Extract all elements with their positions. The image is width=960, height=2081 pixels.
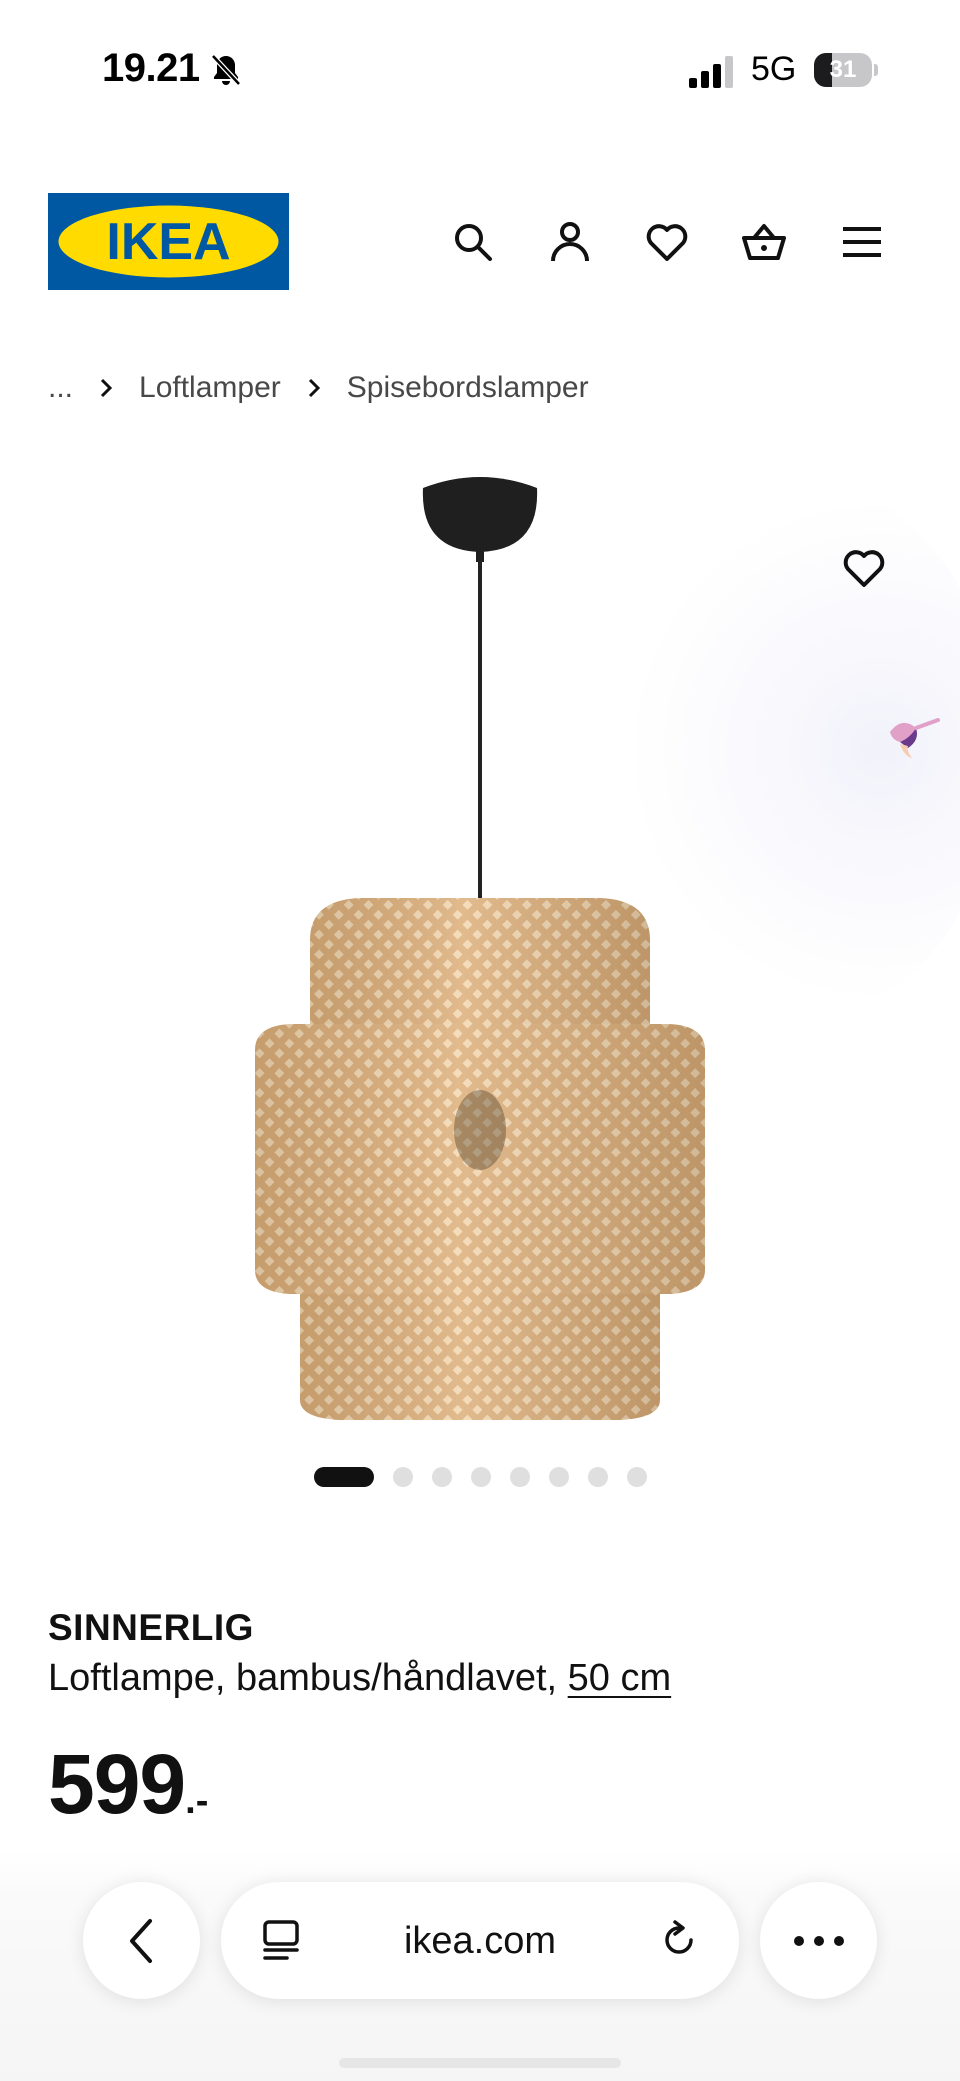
heart-icon [843, 550, 885, 587]
chevron-right-icon [308, 378, 320, 398]
basket-button[interactable] [734, 212, 794, 272]
more-icon [793, 1935, 844, 1946]
breadcrumb-item-spisebordslamper[interactable]: Spisebordslamper [347, 371, 589, 405]
account-button[interactable] [540, 212, 600, 272]
breadcrumb-item-loftlamper[interactable]: Loftlamper [139, 371, 281, 405]
carousel-dot[interactable] [549, 1467, 569, 1487]
product-price: 599.- [48, 1736, 208, 1833]
basket-icon [742, 224, 786, 260]
product-size-link[interactable]: 50 cm [568, 1657, 671, 1699]
status-time: 19.21 [102, 46, 200, 90]
battery-icon: 31 [814, 53, 878, 87]
carousel-dot[interactable] [432, 1467, 452, 1487]
back-icon [129, 1918, 152, 1963]
menu-icon [843, 227, 881, 257]
carousel-dot[interactable] [510, 1467, 530, 1487]
breadcrumb-ellipsis[interactable]: ... [48, 371, 73, 405]
carousel-dot[interactable] [588, 1467, 608, 1487]
ikea-logo[interactable]: IKEA [48, 193, 289, 290]
search-icon [455, 224, 492, 261]
breadcrumb: ... Loftlamper Spisebordslamper [48, 368, 589, 408]
product-description: Loftlampe, bambus/håndlavet, 50 cm [48, 1657, 671, 1700]
logo-text: IKEA [106, 213, 230, 271]
battery-level: 31 [829, 56, 857, 83]
more-button[interactable] [760, 1882, 877, 1999]
hummingbird-icon[interactable] [884, 710, 942, 768]
product-description-text: Loftlampe, bambus/håndlavet, [48, 1657, 558, 1699]
carousel-dot-active[interactable] [314, 1467, 374, 1487]
reload-icon[interactable] [657, 1918, 701, 1962]
product-name: SINNERLIG [48, 1607, 254, 1648]
price-value: 599 [48, 1737, 186, 1831]
address-bar[interactable]: ikea.com [221, 1882, 739, 1999]
carousel-dot[interactable] [471, 1467, 491, 1487]
add-to-wishlist-button[interactable] [832, 536, 896, 600]
menu-button[interactable] [832, 212, 892, 272]
home-indicator [339, 2058, 621, 2068]
search-button[interactable] [443, 212, 503, 272]
carousel-dot[interactable] [627, 1467, 647, 1487]
signal-icon [689, 56, 733, 88]
product-image[interactable] [220, 470, 740, 1430]
price-suffix: .- [185, 1780, 209, 1822]
status-bar: 19.21 5G 31 [0, 0, 960, 140]
account-icon [551, 222, 589, 262]
network-label: 5G [751, 50, 797, 88]
chevron-right-icon [100, 378, 113, 398]
heart-icon [646, 224, 688, 261]
carousel-dots [314, 1467, 666, 1487]
bell-slash-icon [211, 54, 241, 86]
carousel-dot[interactable] [393, 1467, 413, 1487]
wishlist-button[interactable] [637, 212, 697, 272]
back-button[interactable] [83, 1882, 200, 1999]
